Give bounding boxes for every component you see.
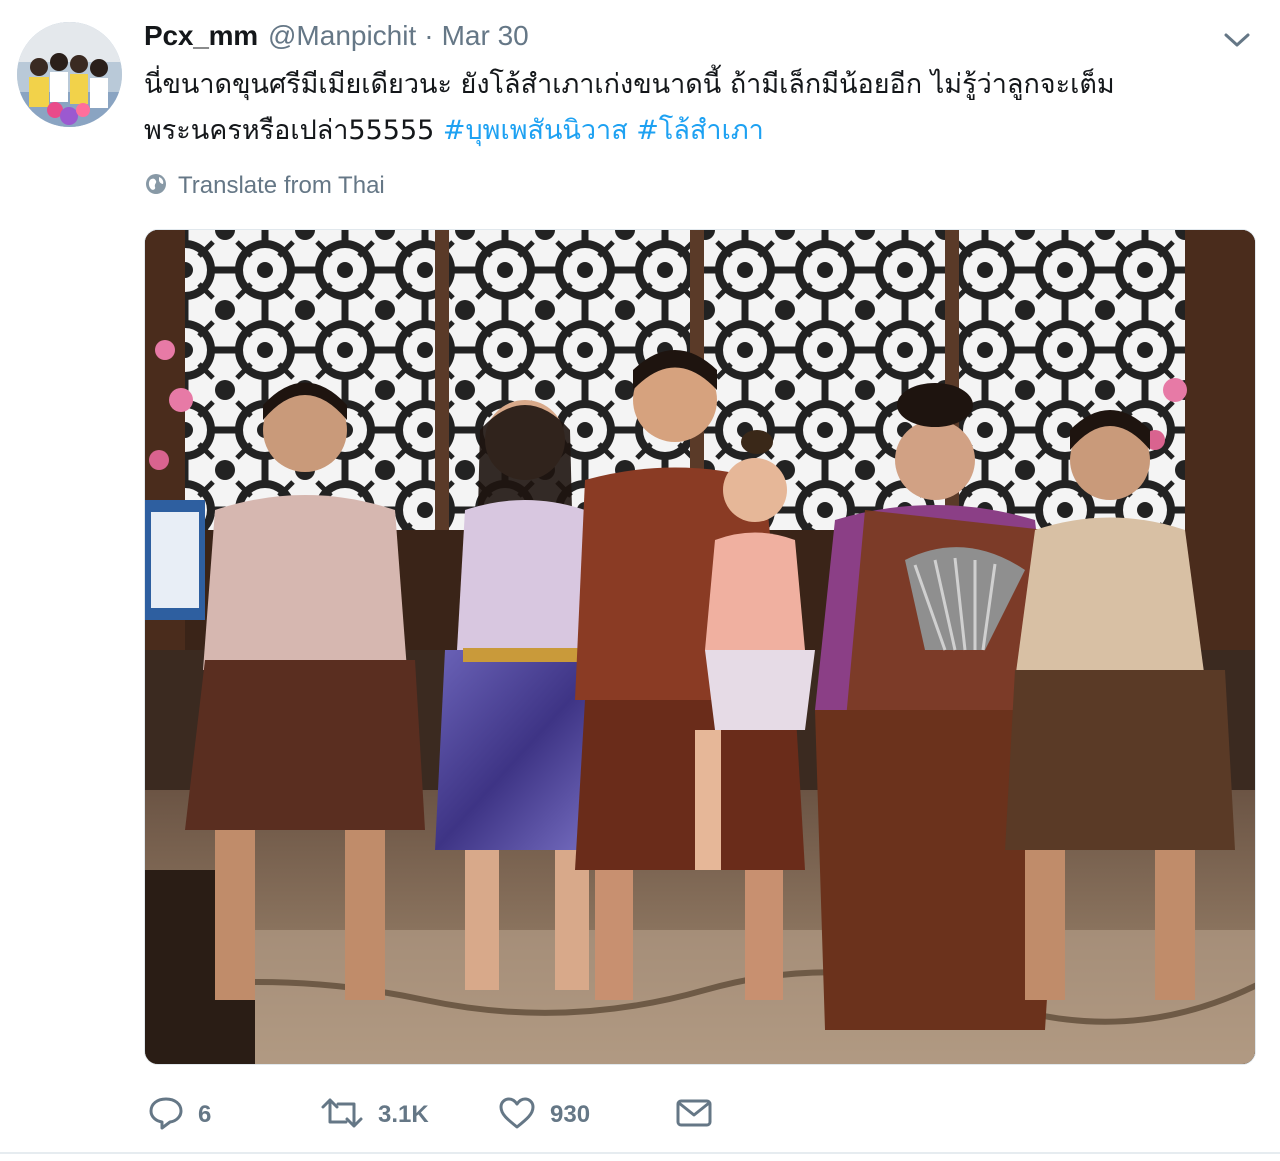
tweet-header: Pcx_mm @Manpichit · Mar 30 — [144, 20, 529, 56]
tweet-actions: 6 3.1K 930 — [148, 1094, 748, 1136]
like-button[interactable]: 930 — [498, 1094, 590, 1136]
tweet-text-fragment: พระนครหรือเปล่า55555 — [144, 115, 435, 146]
tweet-photo-image — [145, 230, 1255, 1064]
like-count: 930 — [550, 1101, 591, 1128]
divider — [0, 1152, 1280, 1154]
hashtag-link[interactable]: #โล้สำเภา — [636, 115, 764, 146]
avatar[interactable] — [17, 22, 122, 127]
translate-label: Translate from Thai — [178, 172, 385, 199]
globe-icon — [144, 172, 168, 201]
reply-count: 6 — [198, 1101, 212, 1128]
translate-link[interactable]: Translate from Thai — [144, 170, 385, 202]
retweet-count: 3.1K — [378, 1101, 429, 1128]
heart-icon — [498, 1096, 536, 1135]
hashtag-link[interactable]: #บุพเพสันนิวาส — [443, 115, 628, 146]
retweet-icon — [320, 1096, 364, 1135]
tweet-card[interactable]: Pcx_mm @Manpichit · Mar 30 นี่ขนาดขุนศรี… — [0, 0, 1280, 1161]
direct-message-button[interactable] — [676, 1094, 712, 1136]
tweet-text-line: นี่ขนาดขุนศรีมีเมียเดียวนะ ยังโล้สำเภาเก… — [144, 69, 1115, 100]
avatar-image — [17, 22, 122, 127]
tweet-text: นี่ขนาดขุนศรีมีเมียเดียวนะ ยังโล้สำเภาเก… — [144, 62, 1224, 154]
author-screen-name[interactable]: @Manpichit — [268, 20, 416, 52]
header-separator: · — [424, 20, 434, 51]
reply-icon — [148, 1096, 184, 1135]
reply-button[interactable]: 6 — [148, 1094, 211, 1136]
author-display-name[interactable]: Pcx_mm — [144, 20, 258, 52]
tweet-photo[interactable] — [144, 229, 1256, 1065]
tweet-timestamp[interactable]: Mar 30 — [442, 20, 529, 52]
envelope-icon — [676, 1098, 712, 1133]
tweet-text-line-2: พระนครหรือเปล่า55555 #บุพเพสันนิวาส #โล้… — [144, 108, 1224, 154]
retweet-button[interactable]: 3.1K — [320, 1094, 429, 1136]
chevron-down-icon[interactable] — [1222, 30, 1252, 50]
